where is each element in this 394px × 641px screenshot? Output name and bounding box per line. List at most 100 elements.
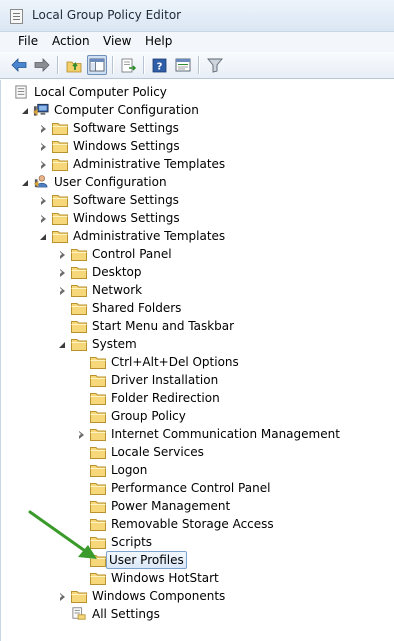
- toolbar: ?: [0, 52, 394, 79]
- folder-icon: [52, 213, 68, 225]
- folder-icon: [90, 537, 106, 549]
- expand-toggle[interactable]: [57, 340, 66, 349]
- user-icon: [34, 175, 48, 188]
- folder-icon: [90, 465, 106, 477]
- tree-label: Software Settings: [73, 121, 179, 135]
- tree-label: Folder Redirection: [111, 391, 220, 405]
- tree-item-user-software-settings[interactable]: Software Settings: [1, 191, 394, 209]
- tree-item-system[interactable]: System: [1, 335, 394, 353]
- folder-icon: [52, 123, 68, 135]
- tree-item-all-settings[interactable]: All Settings: [1, 605, 394, 623]
- tree-item-internet-communication-management[interactable]: Internet Communication Management: [1, 425, 394, 443]
- expand-toggle[interactable]: [58, 268, 67, 277]
- tree-item-user-configuration[interactable]: User Configuration: [1, 173, 394, 191]
- tree-item-logon[interactable]: Logon: [1, 461, 394, 479]
- folder-icon: [90, 357, 106, 369]
- tree-item-windows-hotstart[interactable]: Windows HotStart: [1, 569, 394, 587]
- tree-label: All Settings: [92, 607, 160, 621]
- tree-item-power-management[interactable]: Power Management: [1, 497, 394, 515]
- folder-icon: [90, 447, 106, 459]
- expand-toggle[interactable]: [39, 124, 48, 133]
- folder-open-icon: [71, 339, 87, 351]
- folder-icon: [71, 267, 87, 279]
- tree-label: Driver Installation: [111, 373, 219, 387]
- toolbar-separator: [57, 56, 58, 74]
- all-settings-icon: [72, 607, 86, 620]
- tree-label: Logon: [111, 463, 148, 477]
- tree-item-network[interactable]: Network: [1, 281, 394, 299]
- tree-label: Network: [92, 283, 143, 297]
- policy-editor-app-icon: [10, 9, 23, 24]
- tree-label: Group Policy: [111, 409, 186, 423]
- tree-label: Removable Storage Access: [111, 517, 274, 531]
- forward-icon[interactable]: [32, 55, 52, 75]
- tree-item-scripts[interactable]: Scripts: [1, 533, 394, 551]
- tree-item-removable-storage-access[interactable]: Removable Storage Access: [1, 515, 394, 533]
- folder-icon: [90, 501, 106, 513]
- folder-icon: [71, 321, 87, 333]
- tree-item-ctrl-alt-del-options[interactable]: Ctrl+Alt+Del Options: [1, 353, 394, 371]
- properties-pane-icon[interactable]: [173, 55, 193, 75]
- tree-item-performance-control-panel[interactable]: Performance Control Panel: [1, 479, 394, 497]
- folder-icon: [90, 375, 106, 387]
- tree-label: Windows HotStart: [111, 571, 219, 585]
- folder-icon: [71, 303, 87, 315]
- folder-icon: [90, 411, 106, 423]
- tree-item-folder-redirection[interactable]: Folder Redirection: [1, 389, 394, 407]
- tree-item-shared-folders[interactable]: Shared Folders: [1, 299, 394, 317]
- menu-file[interactable]: File: [18, 34, 38, 48]
- expand-toggle[interactable]: [39, 142, 48, 151]
- folder-icon: [90, 519, 106, 531]
- expand-toggle[interactable]: [39, 160, 48, 169]
- tree-item-local-computer-policy[interactable]: Local Computer Policy: [1, 83, 394, 101]
- filter-icon[interactable]: [205, 55, 225, 75]
- tree-label: Windows Settings: [73, 211, 180, 225]
- tree-label: Internet Communication Management: [111, 427, 340, 441]
- tree-item-windows-components[interactable]: Windows Components: [1, 587, 394, 605]
- tree-item-start-menu-and-taskbar[interactable]: Start Menu and Taskbar: [1, 317, 394, 335]
- expand-toggle[interactable]: [58, 250, 67, 259]
- tree-item-user-windows-settings[interactable]: Windows Settings: [1, 209, 394, 227]
- help-icon[interactable]: ?: [150, 55, 170, 75]
- menu-action[interactable]: Action: [52, 34, 90, 48]
- tree-item-locale-services[interactable]: Locale Services: [1, 443, 394, 461]
- tree-label: Locale Services: [111, 445, 204, 459]
- expand-toggle[interactable]: [77, 430, 86, 439]
- tree-item-computer-administrative-templates[interactable]: Administrative Templates: [1, 155, 394, 173]
- tree-item-user-profiles[interactable]: User Profiles: [1, 551, 394, 569]
- up-folder-icon[interactable]: [64, 55, 84, 75]
- tree-label-user-configuration: User Configuration: [54, 175, 167, 189]
- expand-toggle[interactable]: [20, 178, 29, 187]
- folder-icon: [90, 483, 106, 495]
- tree-label: Scripts: [111, 535, 153, 549]
- folder-icon: [90, 429, 106, 441]
- tree-item-computer-software-settings[interactable]: Software Settings: [1, 119, 394, 137]
- expand-toggle[interactable]: [58, 592, 67, 601]
- back-icon[interactable]: [9, 55, 29, 75]
- tree-label: Ctrl+Alt+Del Options: [111, 355, 239, 369]
- title-bar: Local Group Policy Editor: [0, 0, 394, 32]
- show-hide-console-tree-icon[interactable]: [87, 55, 107, 75]
- expand-toggle[interactable]: [58, 286, 67, 295]
- expand-toggle[interactable]: [39, 196, 48, 205]
- tree-item-computer-configuration[interactable]: Computer Configuration: [1, 101, 394, 119]
- tree-item-driver-installation[interactable]: Driver Installation: [1, 371, 394, 389]
- tree-item-computer-windows-settings[interactable]: Windows Settings: [1, 137, 394, 155]
- tree-label: Control Panel: [92, 247, 172, 261]
- svg-text:?: ?: [157, 61, 163, 72]
- expand-toggle[interactable]: [39, 214, 48, 223]
- toolbar-separator: [198, 56, 199, 74]
- tree-item-control-panel[interactable]: Control Panel: [1, 245, 394, 263]
- menu-view[interactable]: View: [103, 34, 131, 48]
- tree-item-desktop[interactable]: Desktop: [1, 263, 394, 281]
- menu-help[interactable]: Help: [145, 34, 172, 48]
- console-tree[interactable]: Local Computer Policy Computer Configura…: [0, 80, 394, 641]
- expand-toggle[interactable]: [38, 232, 47, 241]
- menu-bar: File Action View Help: [0, 32, 394, 52]
- tree-label: Windows Components: [92, 589, 226, 603]
- tree-item-group-policy[interactable]: Group Policy: [1, 407, 394, 425]
- expand-toggle[interactable]: [20, 106, 29, 115]
- export-list-icon[interactable]: [119, 55, 139, 75]
- folder-icon: [52, 159, 68, 171]
- tree-item-user-administrative-templates[interactable]: Administrative Templates: [1, 227, 394, 245]
